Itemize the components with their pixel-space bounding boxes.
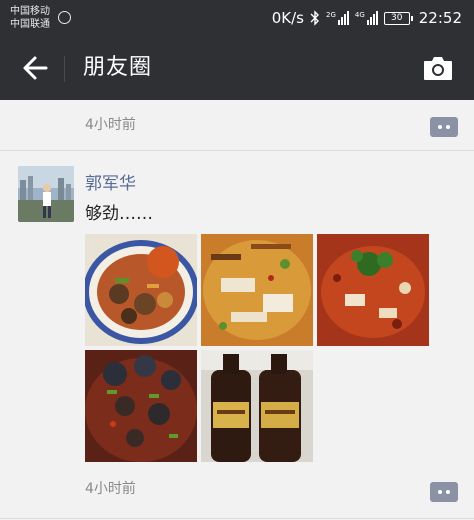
comment-button[interactable]: [430, 117, 458, 137]
bluetooth-icon: [310, 10, 319, 26]
carrier-1: 中国移动: [10, 6, 50, 17]
carrier-names: 中国移动 中国联通: [10, 5, 50, 31]
post-photo[interactable]: [85, 234, 197, 346]
signal-icon-2: 4G: [355, 11, 378, 25]
post-photo[interactable]: [201, 350, 313, 462]
network-speed: 0K/s: [271, 9, 304, 27]
status-bar: 中国移动 中国联通 0K/s 2G 4G 30 22:52: [0, 0, 474, 36]
toolbar-divider: [64, 56, 65, 82]
signal-icon-1: 2G: [326, 11, 349, 25]
signal-2-label: 4G: [354, 11, 365, 19]
previous-post-time: 4小时前: [85, 117, 136, 133]
post-text: 够劲……: [85, 204, 153, 224]
sync-ring-icon: [58, 11, 71, 24]
page-title: 朋友圈: [83, 55, 153, 80]
clock: 22:52: [418, 9, 462, 27]
signal-1-label: 2G: [325, 11, 336, 19]
post-photo[interactable]: [201, 234, 313, 346]
carrier-2: 中国联通: [10, 19, 50, 30]
comment-button[interactable]: [430, 482, 458, 502]
moment-post: 郭军华 够劲…… 4小时前: [0, 151, 474, 520]
previous-post-footer: 4小时前: [0, 100, 474, 150]
avatar[interactable]: [18, 166, 74, 222]
post-divider: [0, 518, 474, 519]
post-time: 4小时前: [85, 481, 136, 497]
post-photo[interactable]: [317, 234, 429, 346]
camera-icon[interactable]: [422, 54, 454, 82]
author-name[interactable]: 郭军华: [85, 169, 136, 194]
post-photo[interactable]: [85, 350, 197, 462]
battery-level: 30: [383, 11, 410, 25]
battery-icon: 30: [383, 11, 413, 25]
app-bar: 朋友圈: [0, 36, 474, 100]
arrow-left-icon[interactable]: [20, 52, 50, 84]
moments-feed: 4小时前 郭军华 够劲…… 4小时前: [0, 100, 474, 520]
status-right: 0K/s 2G 4G 30 22:52: [272, 0, 462, 36]
